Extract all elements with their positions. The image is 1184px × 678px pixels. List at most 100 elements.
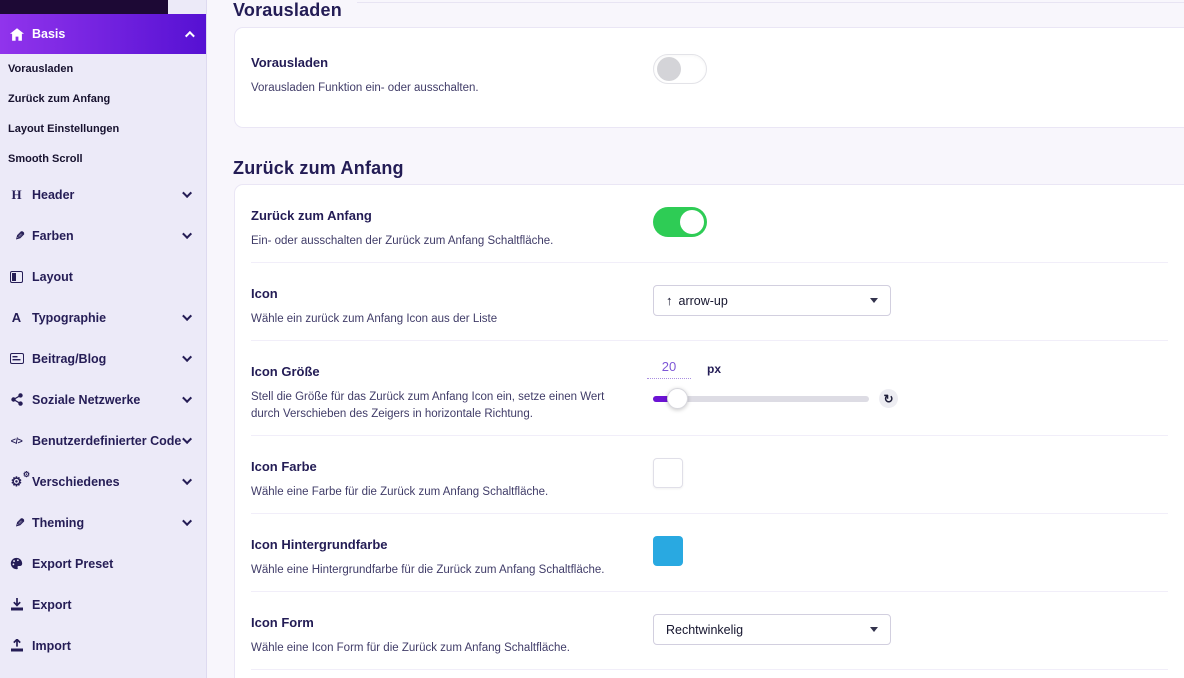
zurueck-zum-anfang-toggle[interactable] bbox=[653, 207, 707, 237]
sidebar-item-export[interactable]: Export bbox=[0, 584, 206, 625]
setting-label: Vorausladen bbox=[251, 55, 329, 70]
chevron-down-icon bbox=[182, 393, 193, 404]
sidebar-item-theming[interactable]: ✎ Theming bbox=[0, 502, 206, 543]
sidebar-item-label: Beitrag/Blog bbox=[32, 351, 107, 366]
section-title-vorausladen: Vorausladen bbox=[233, 0, 342, 20]
arrow-up-icon: ↑ bbox=[666, 293, 673, 308]
icon-bg-color-swatch[interactable] bbox=[653, 536, 683, 566]
sidebar-item-export-preset[interactable]: Export Preset bbox=[0, 543, 206, 584]
sidebar-item-label: Export Preset bbox=[32, 556, 114, 571]
typography-icon: A bbox=[11, 310, 22, 325]
columns-icon bbox=[8, 270, 25, 283]
sidebar-item-label: Import bbox=[32, 638, 71, 653]
icon-form-select-value: Rechtwinkelig bbox=[666, 622, 744, 637]
card-vorausladen: Vorausladen Vorausladen Funktion ein- od… bbox=[234, 27, 1184, 128]
sidebar-item-beitrag-blog[interactable]: Beitrag/Blog bbox=[0, 338, 206, 379]
share-icon bbox=[8, 393, 25, 406]
sidebar-subitem-layout-einstellungen[interactable]: Layout Einstellungen bbox=[0, 114, 206, 144]
main-content: Vorausladen Vorausladen Vorausladen Funk… bbox=[207, 0, 1184, 678]
top-divider bbox=[357, 2, 1184, 3]
chevron-down-icon bbox=[182, 352, 193, 363]
pen-icon: ✎ bbox=[14, 228, 25, 243]
chevron-up-icon bbox=[184, 30, 195, 41]
icon-select[interactable]: ↑ arrow-up bbox=[653, 285, 891, 316]
setting-row-icon-hintergrundfarbe: Icon Hintergrundfarbe Wähle eine Hinterg… bbox=[251, 513, 1168, 591]
sidebar-item-farben[interactable]: ✎ Farben bbox=[0, 215, 206, 256]
setting-description: Wähle eine Hintergrundfarbe für die Zurü… bbox=[251, 564, 605, 576]
setting-description: Stell die Größe für das Zurück zum Anfan… bbox=[251, 391, 605, 420]
setting-row-mobil-toggle: Zurück zum Anfang Schaltfläche auf Mobil… bbox=[251, 669, 1168, 678]
setting-label: Icon Größe bbox=[251, 364, 320, 379]
sidebar-item-layout[interactable]: Layout bbox=[0, 256, 206, 297]
setting-row-icon-farbe: Icon Farbe Wähle eine Farbe für die Zurü… bbox=[251, 435, 1168, 513]
sidebar-item-benutzerdefinierter-code[interactable]: </> Benutzerdefinierter Code bbox=[0, 420, 206, 461]
icon-form-select[interactable]: Rechtwinkelig bbox=[653, 614, 891, 645]
toggle-knob bbox=[680, 210, 704, 234]
sidebar-item-header[interactable]: H Header bbox=[0, 174, 206, 215]
setting-description: Wähle eine Icon Form für die Zurück zum … bbox=[251, 642, 570, 654]
sidebar-subitem-smooth-scroll[interactable]: Smooth Scroll bbox=[0, 144, 206, 174]
icon-size-unit: px bbox=[707, 362, 722, 376]
sidebar-item-label: Soziale Netzwerke bbox=[32, 392, 141, 407]
icon-select-value: arrow-up bbox=[678, 293, 728, 308]
caret-down-icon bbox=[870, 298, 878, 303]
upload-icon bbox=[8, 639, 25, 652]
sidebar-subitem-vorausladen[interactable]: Vorausladen bbox=[0, 54, 206, 84]
sidebar-item-label: Layout bbox=[32, 269, 73, 284]
home-icon bbox=[8, 27, 25, 41]
chevron-down-icon bbox=[182, 475, 193, 486]
caret-down-icon bbox=[870, 627, 878, 632]
slider-thumb[interactable] bbox=[667, 387, 688, 409]
download-icon bbox=[8, 598, 25, 611]
chevron-down-icon bbox=[182, 311, 193, 322]
icon-size-slider[interactable] bbox=[653, 387, 869, 409]
sidebar-item-basis[interactable]: Basis bbox=[0, 14, 206, 54]
brush-icon: ✎ bbox=[14, 515, 25, 530]
header-icon: H bbox=[11, 186, 22, 202]
setting-label: Zurück zum Anfang bbox=[251, 208, 372, 223]
setting-label: Icon Form bbox=[251, 615, 314, 630]
palette-icon bbox=[8, 557, 25, 570]
post-card-icon bbox=[8, 353, 25, 364]
setting-row-zurueck-toggle: Zurück zum Anfang Ein- oder ausschalten … bbox=[251, 185, 1168, 262]
reset-icon[interactable]: ↻ bbox=[879, 389, 898, 408]
setting-description: Ein- oder ausschalten der Zurück zum Anf… bbox=[251, 235, 554, 247]
setting-row-vorausladen: Vorausladen Vorausladen Funktion ein- od… bbox=[251, 28, 1168, 127]
setting-label: Icon bbox=[251, 286, 278, 301]
chevron-down-icon bbox=[182, 188, 193, 199]
vorausladen-toggle[interactable] bbox=[653, 54, 707, 84]
setting-row-icon: Icon Wähle ein zurück zum Anfang Icon au… bbox=[251, 262, 1168, 340]
gears-icon: ⚙ ⚙ bbox=[10, 470, 30, 489]
chevron-down-icon bbox=[182, 229, 193, 240]
sidebar-item-label: Verschiedenes bbox=[32, 474, 120, 489]
setting-description: Wähle eine Farbe für die Zurück zum Anfa… bbox=[251, 486, 549, 498]
setting-label: Icon Farbe bbox=[251, 459, 317, 474]
sidebar-item-typographie[interactable]: A Typographie bbox=[0, 297, 206, 338]
sidebar: Basis Vorausladen Zurück zum Anfang Layo… bbox=[0, 0, 207, 678]
setting-label: Icon Hintergrundfarbe bbox=[251, 537, 388, 552]
sidebar-item-label: Farben bbox=[32, 228, 74, 243]
toggle-knob bbox=[657, 57, 681, 81]
sidebar-top-strip bbox=[0, 0, 168, 14]
setting-row-icon-groesse: Icon Größe Stell die Größe für das Zurüc… bbox=[251, 340, 1168, 435]
basis-submenu: Vorausladen Zurück zum Anfang Layout Ein… bbox=[0, 54, 206, 174]
sidebar-item-label: Export bbox=[32, 597, 72, 612]
sidebar-item-label: Typographie bbox=[32, 310, 107, 325]
section-title-zurueck-zum-anfang: Zurück zum Anfang bbox=[233, 158, 404, 178]
sidebar-item-label: Basis bbox=[32, 27, 66, 41]
icon-color-swatch[interactable] bbox=[653, 458, 683, 488]
sidebar-item-import[interactable]: Import bbox=[0, 625, 206, 666]
setting-description: Wähle ein zurück zum Anfang Icon aus der… bbox=[251, 313, 498, 325]
card-zurueck-zum-anfang: Zurück zum Anfang Ein- oder ausschalten … bbox=[234, 184, 1184, 678]
setting-description: Vorausladen Funktion ein- oder ausschalt… bbox=[251, 82, 479, 94]
sidebar-item-verschiedenes[interactable]: ⚙ ⚙ Verschiedenes bbox=[0, 461, 206, 502]
app: Basis Vorausladen Zurück zum Anfang Layo… bbox=[0, 0, 1184, 678]
sidebar-item-soziale-netzwerke[interactable]: Soziale Netzwerke bbox=[0, 379, 206, 420]
setting-row-icon-form: Icon Form Wähle eine Icon Form für die Z… bbox=[251, 591, 1168, 669]
icon-size-input[interactable]: 20 bbox=[647, 359, 691, 379]
sidebar-item-label: Header bbox=[32, 187, 75, 202]
code-icon: </> bbox=[10, 435, 23, 446]
chevron-down-icon bbox=[182, 434, 193, 445]
chevron-down-icon bbox=[182, 516, 193, 527]
sidebar-subitem-zurueck-zum-anfang[interactable]: Zurück zum Anfang bbox=[0, 84, 206, 114]
